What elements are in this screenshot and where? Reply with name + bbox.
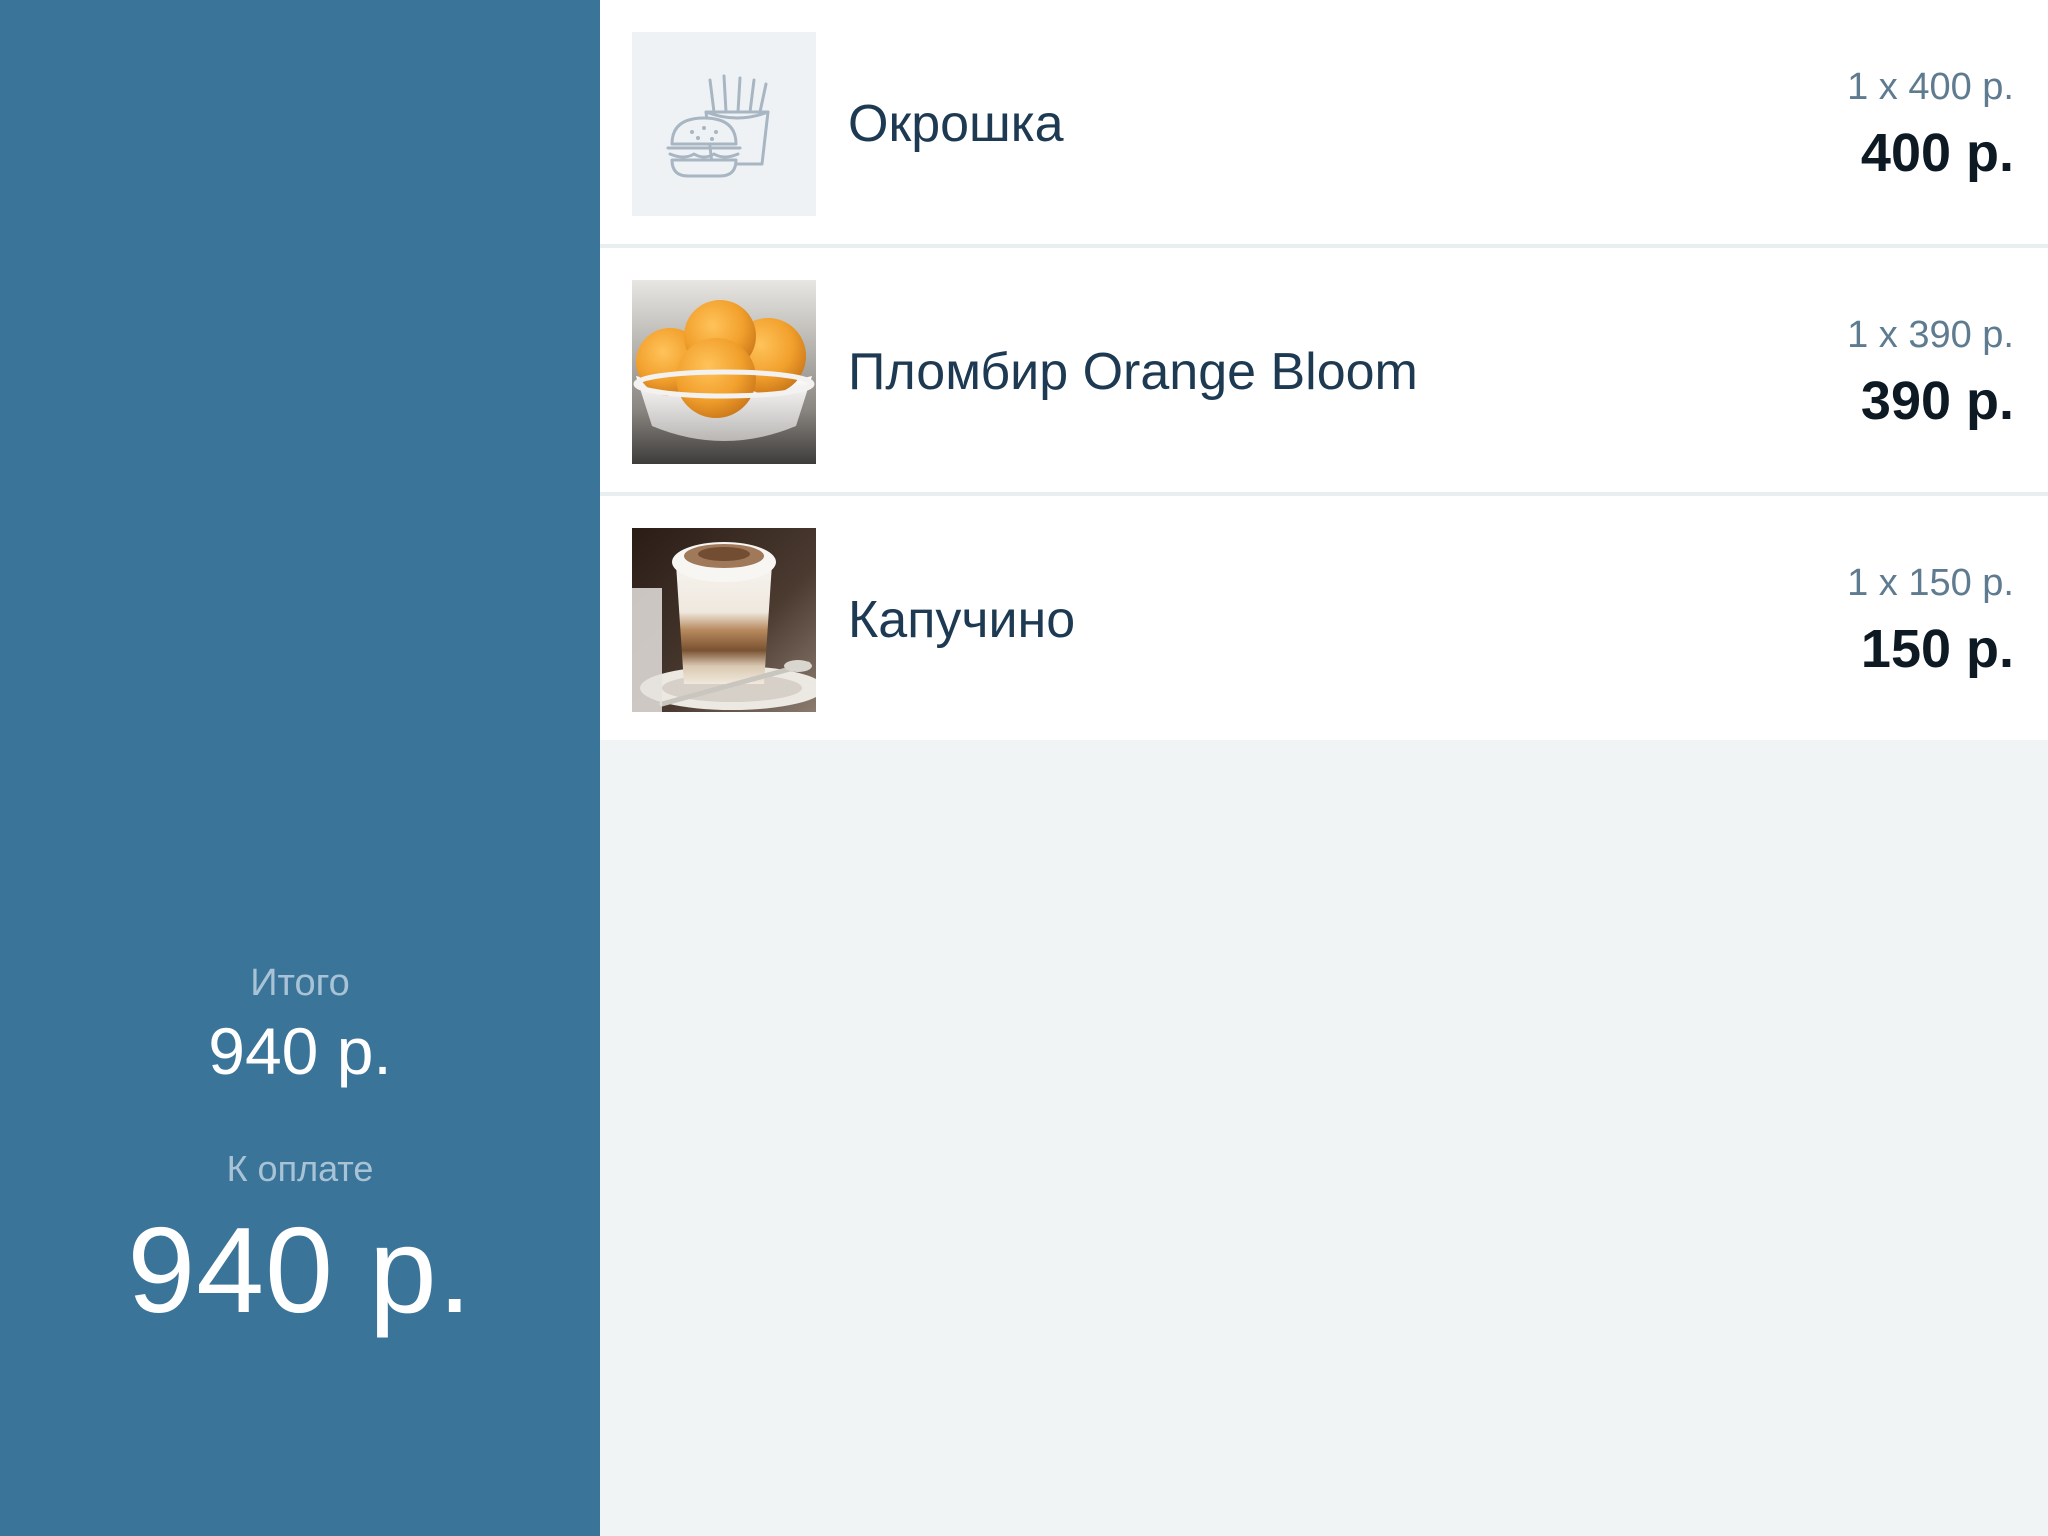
item-name: Капучино bbox=[848, 591, 1076, 649]
cappuccino-photo bbox=[632, 528, 816, 712]
total-value: 940 р. bbox=[208, 1014, 392, 1088]
item-quantity-price: 1 x 390 р. bbox=[1847, 314, 2014, 356]
item-name: Пломбир Orange Bloom bbox=[848, 343, 1418, 401]
item-thumbnail bbox=[632, 32, 816, 216]
list-item[interactable]: Пломбир Orange Bloom 1 x 390 р. 390 р. bbox=[600, 248, 2048, 496]
item-thumbnail bbox=[632, 528, 816, 712]
item-total: 400 р. bbox=[1860, 123, 2014, 183]
order-items-list: Окрошка 1 x 400 р. 400 р. Пломбир Orange… bbox=[600, 0, 2048, 740]
item-thumbnail bbox=[632, 280, 816, 464]
amount-due-value: 940 р. bbox=[127, 1202, 473, 1338]
total-label: Итого bbox=[250, 962, 350, 1004]
item-name: Окрошка bbox=[848, 95, 1064, 153]
ice-cream-photo bbox=[632, 280, 816, 464]
order-summary-sidebar: Итого 940 р. К оплате 940 р. bbox=[0, 0, 600, 1536]
amount-due-label: К оплате bbox=[226, 1148, 374, 1189]
list-item[interactable]: Капучино 1 x 150 р. 150 р. bbox=[600, 496, 2048, 740]
item-total: 390 р. bbox=[1860, 371, 2014, 431]
burger-fries-icon bbox=[632, 32, 816, 216]
item-quantity-price: 1 x 400 р. bbox=[1847, 66, 2014, 108]
list-item[interactable]: Окрошка 1 x 400 р. 400 р. bbox=[600, 0, 2048, 248]
item-total: 150 р. bbox=[1860, 619, 2014, 679]
item-quantity-price: 1 x 150 р. bbox=[1847, 562, 2014, 604]
